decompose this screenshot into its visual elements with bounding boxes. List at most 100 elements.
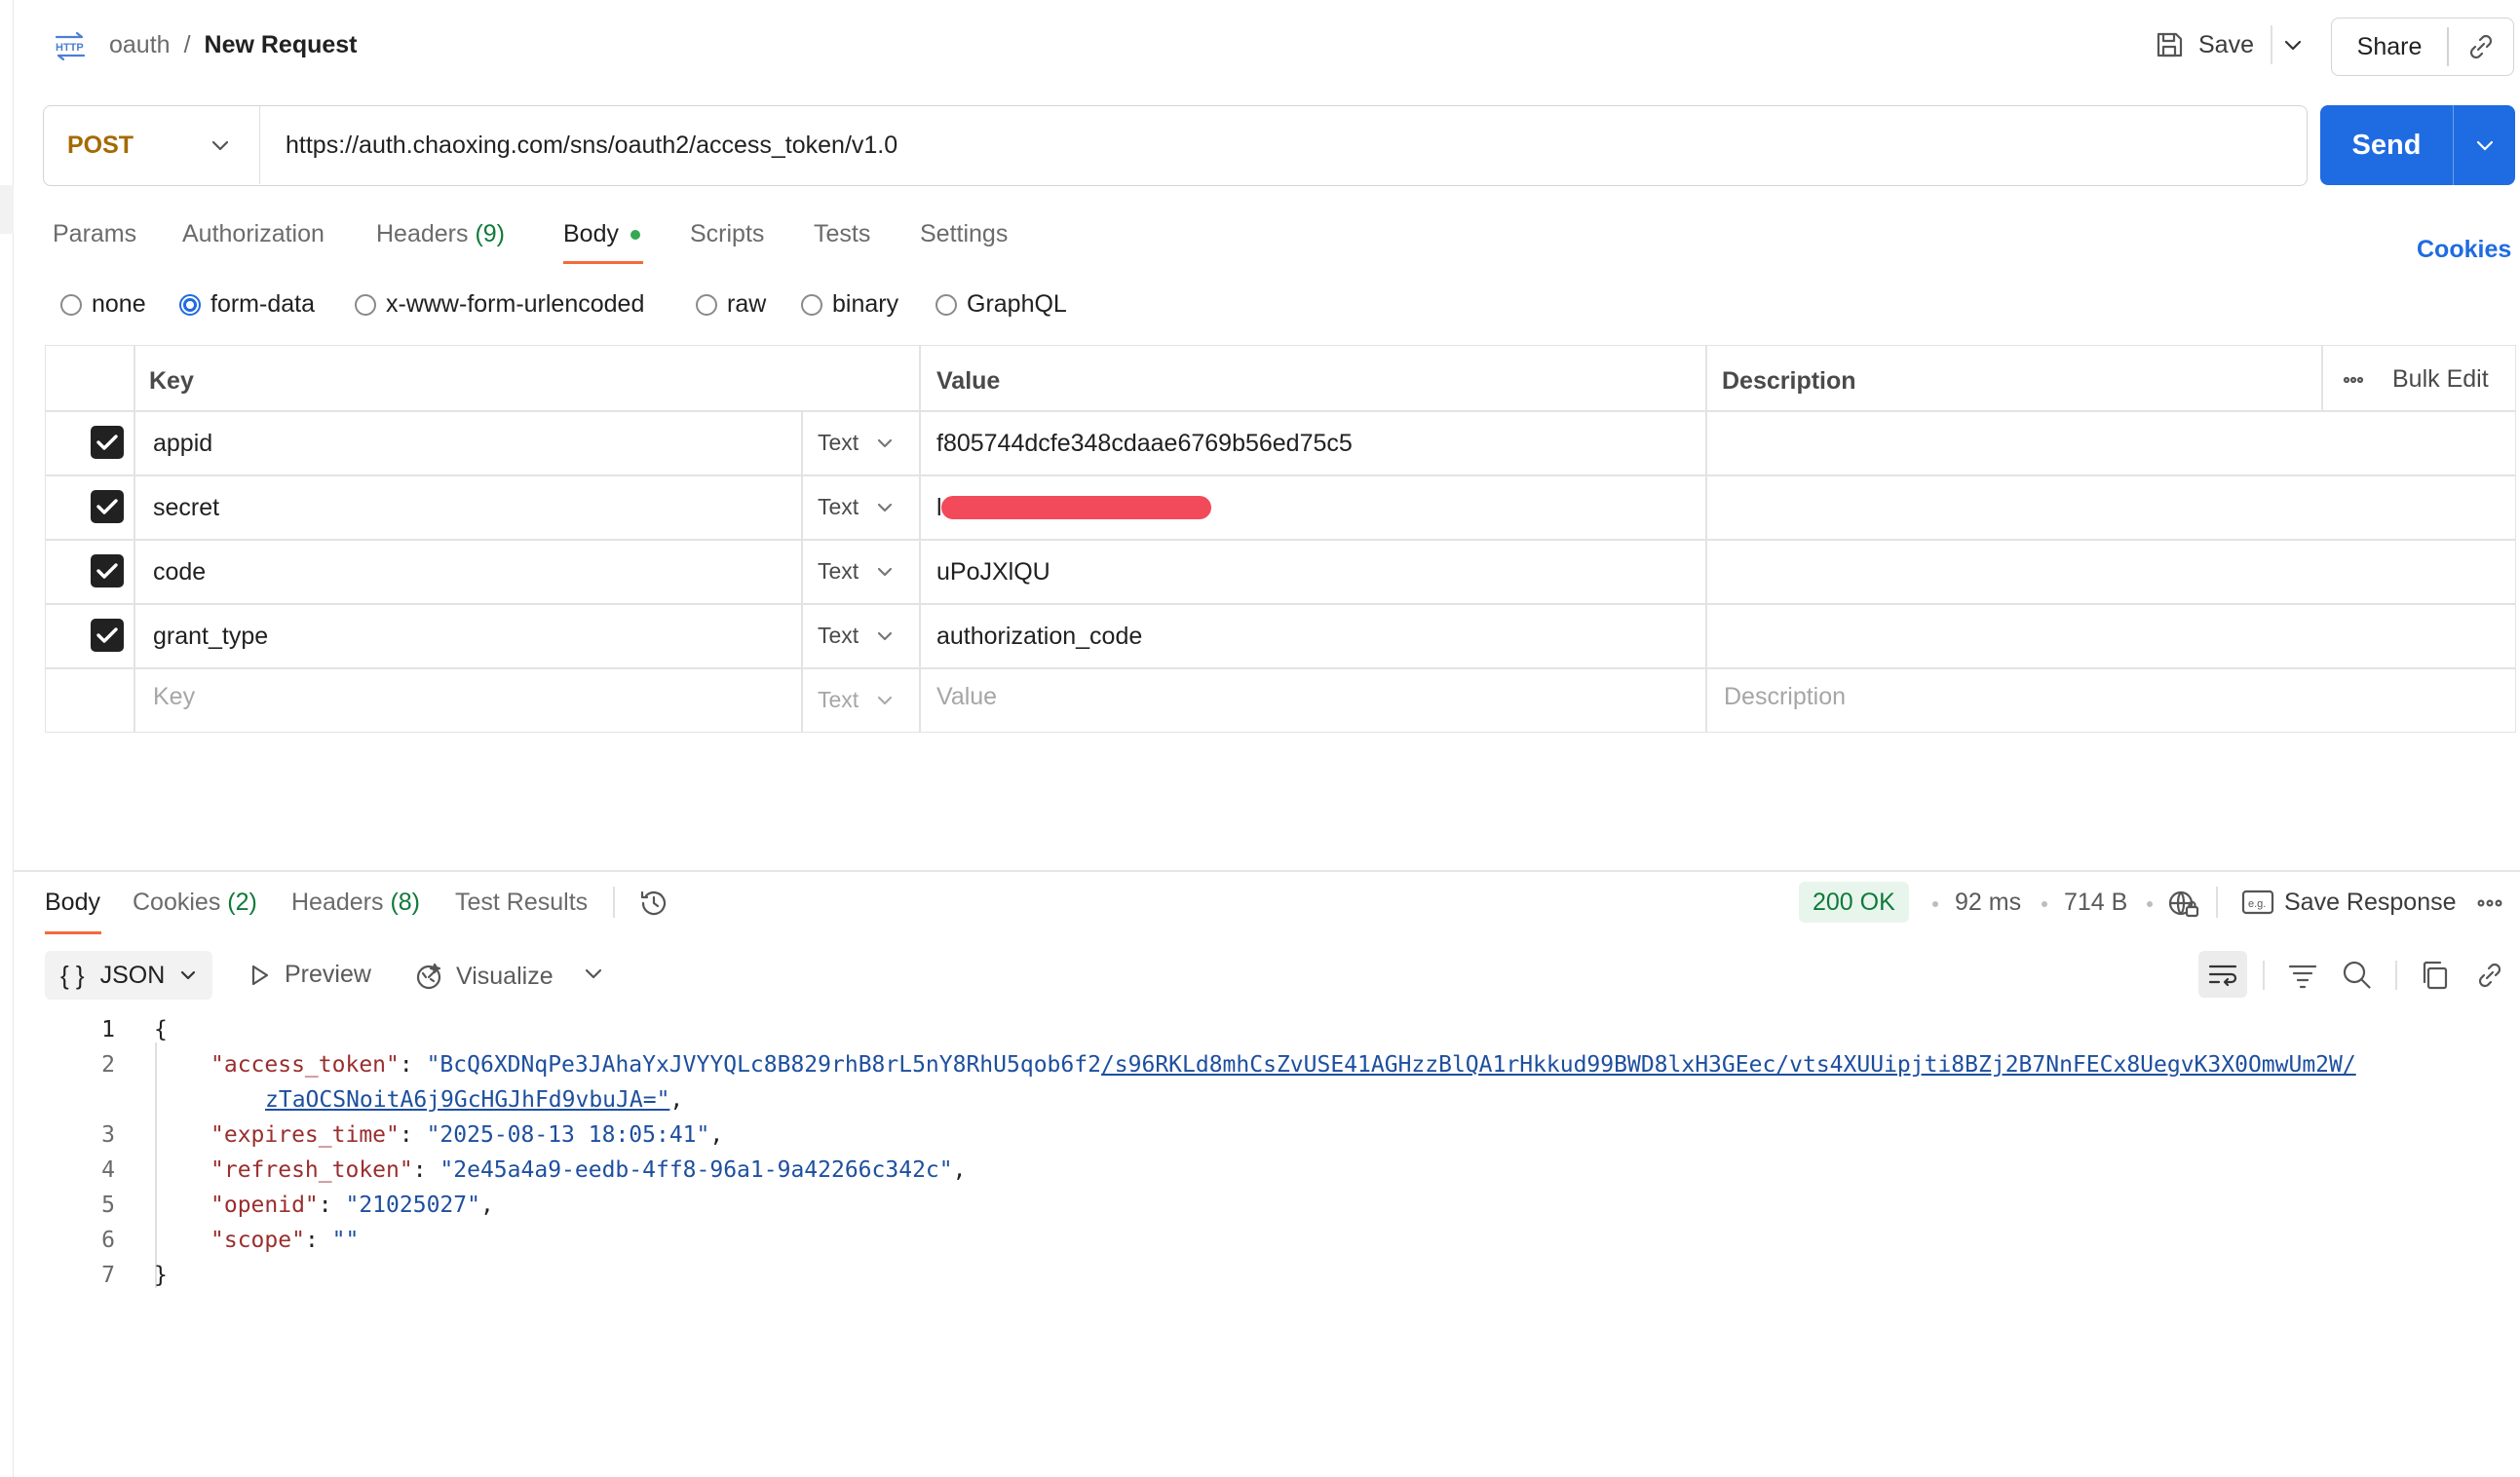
- visualize-button[interactable]: Visualize: [413, 961, 554, 992]
- row-type-select[interactable]: Text: [818, 623, 896, 649]
- row-type-select[interactable]: Text: [818, 430, 896, 456]
- response-tab-headers[interactable]: Headers (8): [291, 889, 420, 917]
- json-line-scope: "scope": "": [210, 1228, 360, 1253]
- new-value-input[interactable]: Value: [936, 683, 997, 711]
- json-string: "BcQ6XDNqPe3JAhaYxJVYYQLc8B829rhB8rL5nY8…: [426, 1052, 1101, 1078]
- row-value[interactable]: f805744dcfe348cdaae6769b56ed75c5: [936, 430, 1353, 458]
- response-time[interactable]: 92 ms: [1955, 889, 2021, 917]
- chevron-down-icon: [181, 970, 196, 980]
- column-header-value: Value: [936, 367, 1001, 395]
- json-key: "openid": [210, 1193, 319, 1218]
- tab-body-label: Body: [563, 220, 619, 247]
- radio-urlencoded[interactable]: x-www-form-urlencoded: [355, 290, 644, 319]
- radio-binary[interactable]: binary: [801, 290, 898, 319]
- history-icon[interactable]: [637, 887, 670, 920]
- line-number: 3: [101, 1122, 115, 1148]
- tab-body[interactable]: Body: [563, 220, 640, 248]
- breadcrumb-collection[interactable]: oauth: [109, 31, 171, 59]
- row-type-label: Text: [818, 430, 859, 455]
- visualize-dropdown[interactable]: [581, 961, 606, 986]
- json-url-link[interactable]: /s96RKLd8mhCsZvUSE41AGHzzBlQA1rHkkud99BW…: [1101, 1052, 2356, 1078]
- tab-headers[interactable]: Headers (9): [376, 220, 505, 248]
- format-select[interactable]: { } JSON: [45, 951, 212, 1000]
- tab-settings[interactable]: Settings: [920, 220, 1008, 248]
- play-icon: [251, 965, 269, 985]
- copy-icon[interactable]: [2419, 959, 2452, 992]
- json-string: "": [331, 1228, 360, 1253]
- response-tab-cookies[interactable]: Cookies (2): [133, 889, 257, 917]
- new-key-input[interactable]: Key: [153, 683, 195, 711]
- row-checkbox[interactable]: [91, 619, 124, 652]
- row-key[interactable]: code: [153, 558, 206, 587]
- search-icon[interactable]: [2341, 959, 2374, 992]
- visualize-icon: [416, 963, 441, 990]
- tab-divider: [613, 887, 615, 918]
- row-key[interactable]: secret: [153, 494, 219, 522]
- row-key[interactable]: grant_type: [153, 623, 268, 651]
- send-button-group: Send: [2320, 105, 2515, 185]
- row-value[interactable]: uPoJXlQU: [936, 558, 1050, 587]
- toolbar-divider: [2395, 961, 2397, 990]
- response-body-viewer[interactable]: 1 2 3 4 5 6 7 { "access_token": "BcQ6XDN…: [0, 1017, 2520, 1309]
- response-tab-body[interactable]: Body: [45, 889, 100, 917]
- save-icon: [2157, 32, 2183, 57]
- url-input[interactable]: https://auth.chaoxing.com/sns/oauth2/acc…: [286, 106, 897, 184]
- cookies-link[interactable]: Cookies: [2417, 236, 2511, 264]
- row-type-select[interactable]: Text: [818, 558, 896, 585]
- request-response-divider[interactable]: [14, 870, 2520, 872]
- line-number: 2: [101, 1052, 115, 1078]
- status-badge[interactable]: 200 OK: [1799, 882, 1909, 923]
- row-divider: [46, 539, 2515, 541]
- preview-button[interactable]: Preview: [248, 961, 371, 989]
- radio-graphql[interactable]: GraphQL: [935, 290, 1067, 319]
- response-tab-headers-label: Headers: [291, 889, 384, 916]
- radio-circle: [696, 293, 717, 316]
- row-key[interactable]: appid: [153, 430, 212, 458]
- breadcrumb-separator: /: [183, 30, 191, 58]
- json-string: "2025-08-13 18:05:41": [426, 1122, 710, 1148]
- bulk-edit-button[interactable]: Bulk Edit: [2392, 365, 2489, 394]
- save-response-button[interactable]: e.g. Save Response: [2241, 883, 2457, 922]
- save-button[interactable]: Save: [2154, 25, 2254, 64]
- separator-dot: [1932, 901, 1938, 907]
- tab-scripts[interactable]: Scripts: [690, 220, 764, 248]
- new-description-input[interactable]: Description: [1724, 683, 1846, 711]
- tab-tests[interactable]: Tests: [814, 220, 870, 248]
- network-globe-icon[interactable]: [2165, 887, 2200, 922]
- filter-icon[interactable]: [2286, 959, 2319, 992]
- row-value[interactable]: authorization_code: [936, 623, 1142, 651]
- row-checkbox[interactable]: [91, 490, 124, 523]
- response-size[interactable]: 714 B: [2064, 889, 2127, 917]
- sidebar-collapse-handle[interactable]: [0, 185, 14, 234]
- row-type-label: Text: [818, 494, 859, 519]
- send-options-dropdown[interactable]: [2453, 105, 2515, 185]
- wrap-lines-toggle[interactable]: [2198, 951, 2247, 998]
- more-options-icon[interactable]: [2475, 890, 2504, 916]
- send-button[interactable]: Send: [2320, 105, 2453, 185]
- radio-form-data[interactable]: form-data: [179, 290, 315, 319]
- tab-authorization[interactable]: Authorization: [182, 220, 325, 248]
- form-data-table: Key Value Description Bulk Edit appid Te…: [45, 345, 2516, 733]
- row-type-label: Text: [818, 558, 859, 584]
- check-icon: [96, 627, 118, 643]
- new-type-select[interactable]: Text: [818, 687, 896, 713]
- row-checkbox[interactable]: [91, 554, 124, 587]
- copy-link-button[interactable]: [2449, 31, 2514, 62]
- col-divider: [2321, 346, 2323, 410]
- share-button[interactable]: Share: [2332, 19, 2447, 75]
- response-tab-test-results[interactable]: Test Results: [455, 889, 588, 917]
- request-title[interactable]: New Request: [205, 31, 358, 59]
- method-select[interactable]: POST: [44, 106, 260, 184]
- tab-params[interactable]: Params: [53, 220, 136, 248]
- json-line-access-token: "access_token": "BcQ6XDNqPe3JAhaYxJVYYQL…: [210, 1052, 2356, 1078]
- more-options-icon[interactable]: [2342, 367, 2365, 393]
- radio-none[interactable]: none: [60, 290, 146, 319]
- save-dropdown[interactable]: [2278, 29, 2308, 60]
- json-url-link[interactable]: zTaOCSNoitA6j9GcHGJhFd9vbuJA=": [265, 1087, 669, 1113]
- row-checkbox[interactable]: [91, 426, 124, 459]
- radio-raw[interactable]: raw: [696, 290, 766, 319]
- link-icon[interactable]: [2473, 959, 2506, 992]
- check-icon: [96, 563, 118, 579]
- radio-form-data-label: form-data: [210, 290, 315, 318]
- row-type-select[interactable]: Text: [818, 494, 896, 520]
